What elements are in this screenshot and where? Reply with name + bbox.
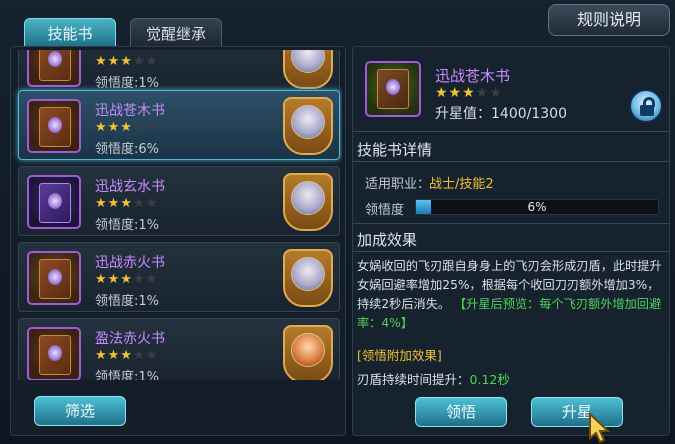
list-item-skill-book-selected[interactable]: 迅战苍木书 ★★★★★ 领悟度:6% (18, 90, 340, 160)
star-rating: ★★★★★ (95, 120, 159, 135)
selected-skill-book-icon (365, 61, 421, 117)
filter-button[interactable]: 筛选 (34, 396, 126, 426)
tab-awakening-inherit[interactable]: 觉醒继承 (130, 18, 222, 48)
section-title-details: 技能书详情 (357, 141, 433, 159)
skill-book-icon (27, 327, 81, 380)
skill-book-icon (27, 99, 81, 153)
star-rating: ★★★★★ (95, 348, 159, 363)
skill-book-icon (27, 50, 81, 87)
bonus-effect-text: 女娲收回的飞刃跟自身身上的飞刃会形成刃盾，此时提升女娲回避率增加25%，根据每个… (357, 257, 669, 333)
star-rating: ★★★★★ (95, 272, 159, 287)
hero-portrait-icon (283, 325, 333, 380)
hero-portrait-icon (283, 97, 333, 155)
skill-book-list[interactable]: ★★★★★ 领悟度:1% 迅战苍木书 ★★★★★ 领悟度:6% 迅战玄水书 ★★… (12, 50, 342, 380)
comprehension-progress-bar: 6% (415, 199, 659, 215)
unlock-icon[interactable] (629, 89, 663, 123)
skill-book-name: 迅战赤火书 (95, 255, 165, 271)
tab-skill-books[interactable]: 技能书 (24, 18, 116, 48)
hero-portrait-icon (283, 173, 333, 231)
comprehension-label: 领悟度:1% (95, 218, 160, 233)
comprehension-label: 领悟度:1% (95, 294, 160, 309)
skill-book-detail-panel: 迅战苍木书 ★★★★★ 升星值：1400/1300 技能书详情 适用职业： 战士… (352, 46, 670, 436)
comprehension-progress-text: 6% (527, 200, 547, 214)
comprehension-rate-label: 领悟度 (365, 203, 405, 218)
comprehension-bonus-line: 刃盾持续时间提升：0.12秒 (357, 369, 510, 388)
job-value: 战士/技能2 (429, 177, 494, 192)
comprehend-button[interactable]: 领悟 (415, 397, 507, 427)
list-item-skill-book[interactable]: 盈法赤火书 ★★★★★ 领悟度:1% (18, 318, 340, 380)
list-item-skill-book[interactable]: ★★★★★ 领悟度:1% (18, 50, 340, 94)
comprehension-label: 领悟度:1% (95, 76, 160, 91)
selected-skill-book-name: 迅战苍木书 (435, 67, 511, 85)
comprehension-label: 领悟度:6% (95, 142, 160, 157)
skill-book-name: 迅战玄水书 (95, 179, 165, 195)
list-item-skill-book[interactable]: 迅战赤火书 ★★★★★ 领悟度:1% (18, 242, 340, 312)
star-rating: ★★★★★ (95, 196, 159, 211)
rules-button[interactable]: 规则说明 (548, 4, 670, 36)
star-value: 升星值：1400/1300 (435, 106, 567, 122)
skill-book-name: 盈法赤火书 (95, 331, 165, 347)
skill-book-screen: 技能书 觉醒继承 规则说明 ★★★★★ 领悟度:1% 迅战苍木书 ★★★★★ 领… (0, 0, 675, 444)
skill-book-icon (27, 251, 81, 305)
comprehension-bonus-title: [领悟附加效果] (357, 348, 442, 363)
bonus-line-prefix: 刃盾持续时间提升： (357, 372, 470, 387)
star-rating: ★★★★★ (95, 54, 159, 69)
comprehension-label: 领悟度:1% (95, 370, 160, 380)
job-label: 适用职业： (365, 177, 431, 192)
bonus-line-value: 0.12秒 (469, 372, 510, 387)
hero-portrait-icon (283, 249, 333, 307)
section-title-bonus: 加成效果 (357, 231, 418, 249)
selected-star-rating: ★★★★★ (435, 85, 503, 101)
skill-book-icon (27, 175, 81, 229)
hero-portrait-icon (283, 50, 333, 89)
list-item-skill-book[interactable]: 迅战玄水书 ★★★★★ 领悟度:1% (18, 166, 340, 236)
skill-book-name: 迅战苍木书 (95, 103, 165, 119)
